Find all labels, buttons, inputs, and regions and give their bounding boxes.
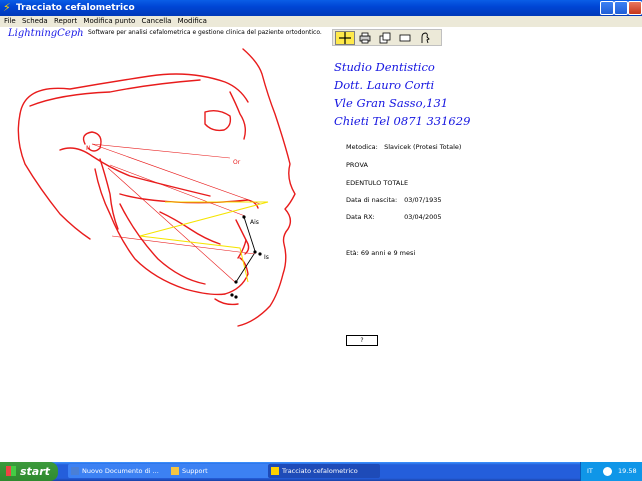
clock: 19.58: [618, 467, 637, 475]
studio-city-phone: Chieti Tel 0871 331629: [334, 114, 471, 128]
print-icon[interactable]: [355, 31, 375, 45]
menu-cancella[interactable]: Cancella: [141, 16, 171, 27]
studio-header: Studio Dentistico Dott. Lauro Corti Vle …: [334, 58, 470, 130]
nasal-bone: [229, 91, 247, 140]
label-ais: Ais: [250, 219, 259, 226]
birth-date-row: Data di nascita: 03/07/1935: [346, 196, 442, 204]
windows-flag-icon: [6, 466, 16, 476]
start-label: start: [20, 465, 50, 478]
folder-icon: [171, 467, 179, 475]
taskbar: start Nuovo Documento di ... Support Tra…: [0, 462, 642, 481]
language-indicator[interactable]: IT: [587, 462, 593, 481]
age-row: Età: 69 anni e 9 mesi: [346, 249, 415, 257]
label-or: Or: [233, 159, 241, 166]
label-n: N: [86, 145, 91, 152]
patient-name: PROVA: [346, 161, 368, 169]
menu-modifica[interactable]: Modifica: [178, 16, 207, 27]
birth-date-label: Data di nascita:: [346, 196, 398, 204]
menu-bar: File Scheda Report Modifica punto Cancel…: [0, 16, 642, 27]
document-icon: [71, 467, 79, 475]
window-title: Tracciato cefalometrico: [16, 3, 135, 13]
age-months-label: mesi: [399, 249, 416, 257]
menu-report[interactable]: Report: [54, 16, 77, 27]
patient-note: EDENTULO TOTALE: [346, 179, 409, 187]
label-is: Is: [264, 254, 269, 261]
app-icon: ⚡: [3, 1, 11, 14]
s-line: [91, 143, 261, 205]
mp-line: [111, 235, 256, 255]
tray-icon[interactable]: [603, 467, 612, 476]
profile-icon[interactable]: [415, 31, 435, 45]
skull-outline: [19, 73, 249, 115]
rx-date-value: 03/04/2005: [404, 213, 442, 221]
age-years-label: anni e: [371, 249, 392, 257]
metodica-label: Metodica:: [346, 143, 378, 151]
tagline: Software per analisi cefalometrica e ges…: [88, 29, 322, 36]
gonial-line: [107, 167, 236, 283]
small-box[interactable]: ?: [346, 335, 378, 346]
task-nuovo-documento[interactable]: Nuovo Documento di ...: [68, 464, 172, 478]
menu-file[interactable]: File: [4, 16, 16, 27]
metodica-value: Slavicek (Protesi Totale): [384, 143, 462, 151]
minimize-button[interactable]: [600, 1, 614, 15]
brand-logo: LightningCeph: [8, 28, 84, 39]
orbit: [204, 109, 232, 132]
doctor-name: Dott. Lauro Corti: [334, 78, 435, 92]
studio-address: Vle Gran Sasso,131: [334, 96, 449, 110]
occipital: [17, 113, 91, 240]
soft-tissue-profile: [237, 48, 296, 327]
symphysis-outer: [214, 298, 239, 306]
task-label: Nuovo Documento di ...: [82, 467, 159, 475]
toolbar: [332, 29, 442, 46]
task-support[interactable]: Support: [168, 464, 272, 478]
studio-name: Studio Dentistico: [334, 60, 435, 74]
birth-date-value: 03/07/1935: [404, 196, 442, 204]
rx-date-row: Data RX: 03/04/2005: [346, 213, 442, 221]
fh-line: [109, 164, 246, 217]
point-is2: [258, 252, 262, 256]
point-pog: [230, 293, 234, 297]
rectangle-icon[interactable]: [395, 31, 415, 45]
point-ii: [234, 280, 238, 284]
sn-line: [91, 143, 231, 159]
mandible-ramus: [94, 168, 226, 296]
point-ais: [242, 215, 246, 219]
menu-scheda[interactable]: Scheda: [22, 16, 48, 27]
maximize-button[interactable]: [614, 1, 628, 15]
start-button[interactable]: start: [0, 462, 58, 481]
task-tracciato[interactable]: Tracciato cefalometrico: [268, 464, 380, 478]
task-label: Tracciato cefalometrico: [282, 467, 358, 475]
metodica-row: Metodica: Slavicek (Protesi Totale): [346, 143, 461, 151]
rx-date-label: Data RX:: [346, 213, 375, 221]
age-months: 9: [393, 249, 398, 257]
system-tray: IT 19.58: [580, 462, 642, 481]
skull-outline-inner: [29, 79, 201, 107]
close-button[interactable]: [628, 1, 642, 15]
menu-modifica-punto[interactable]: Modifica punto: [83, 16, 135, 27]
windows-icon[interactable]: [375, 31, 395, 45]
title-bar[interactable]: ⚡ Tracciato cefalometrico: [0, 0, 642, 16]
age-label: Età:: [346, 249, 359, 257]
cranial-base: [59, 147, 211, 197]
app-icon: [271, 467, 279, 475]
point-gn: [234, 295, 238, 299]
point-is: [253, 250, 257, 254]
task-label: Support: [182, 467, 208, 475]
cephalometric-tracing[interactable]: Or N Ais Is: [0, 44, 330, 334]
age-years: 69: [360, 249, 370, 257]
crosshair-icon[interactable]: [335, 31, 355, 45]
